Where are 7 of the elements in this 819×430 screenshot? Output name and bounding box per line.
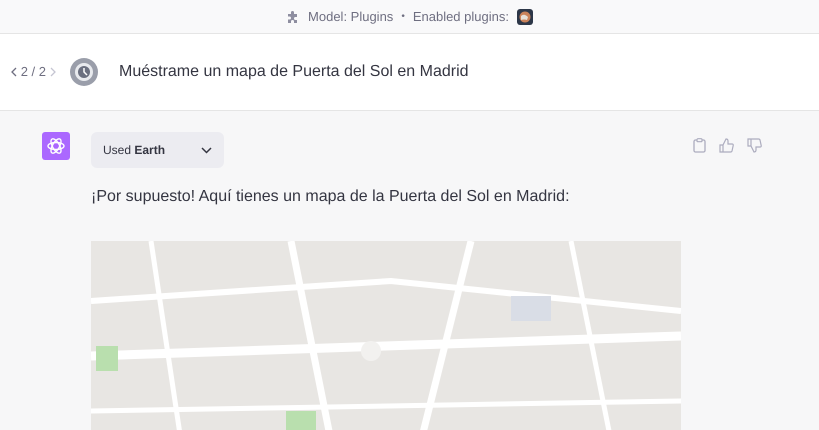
enabled-plugins-label: Enabled plugins: [412, 8, 509, 26]
plugin-dropdown[interactable]: Used Earth [91, 132, 224, 168]
user-message: Muéstrame un mapa de Puerta del Sol en Madrid [119, 62, 469, 82]
model-label: Model: Plugins [308, 8, 394, 26]
separator: • [401, 10, 405, 24]
assistant-message: ¡Por supuesto! Aquí tienes un mapa de la Puerta del Sol en Madrid: [91, 187, 571, 207]
pager-count: 2 / 2 [20, 63, 46, 82]
